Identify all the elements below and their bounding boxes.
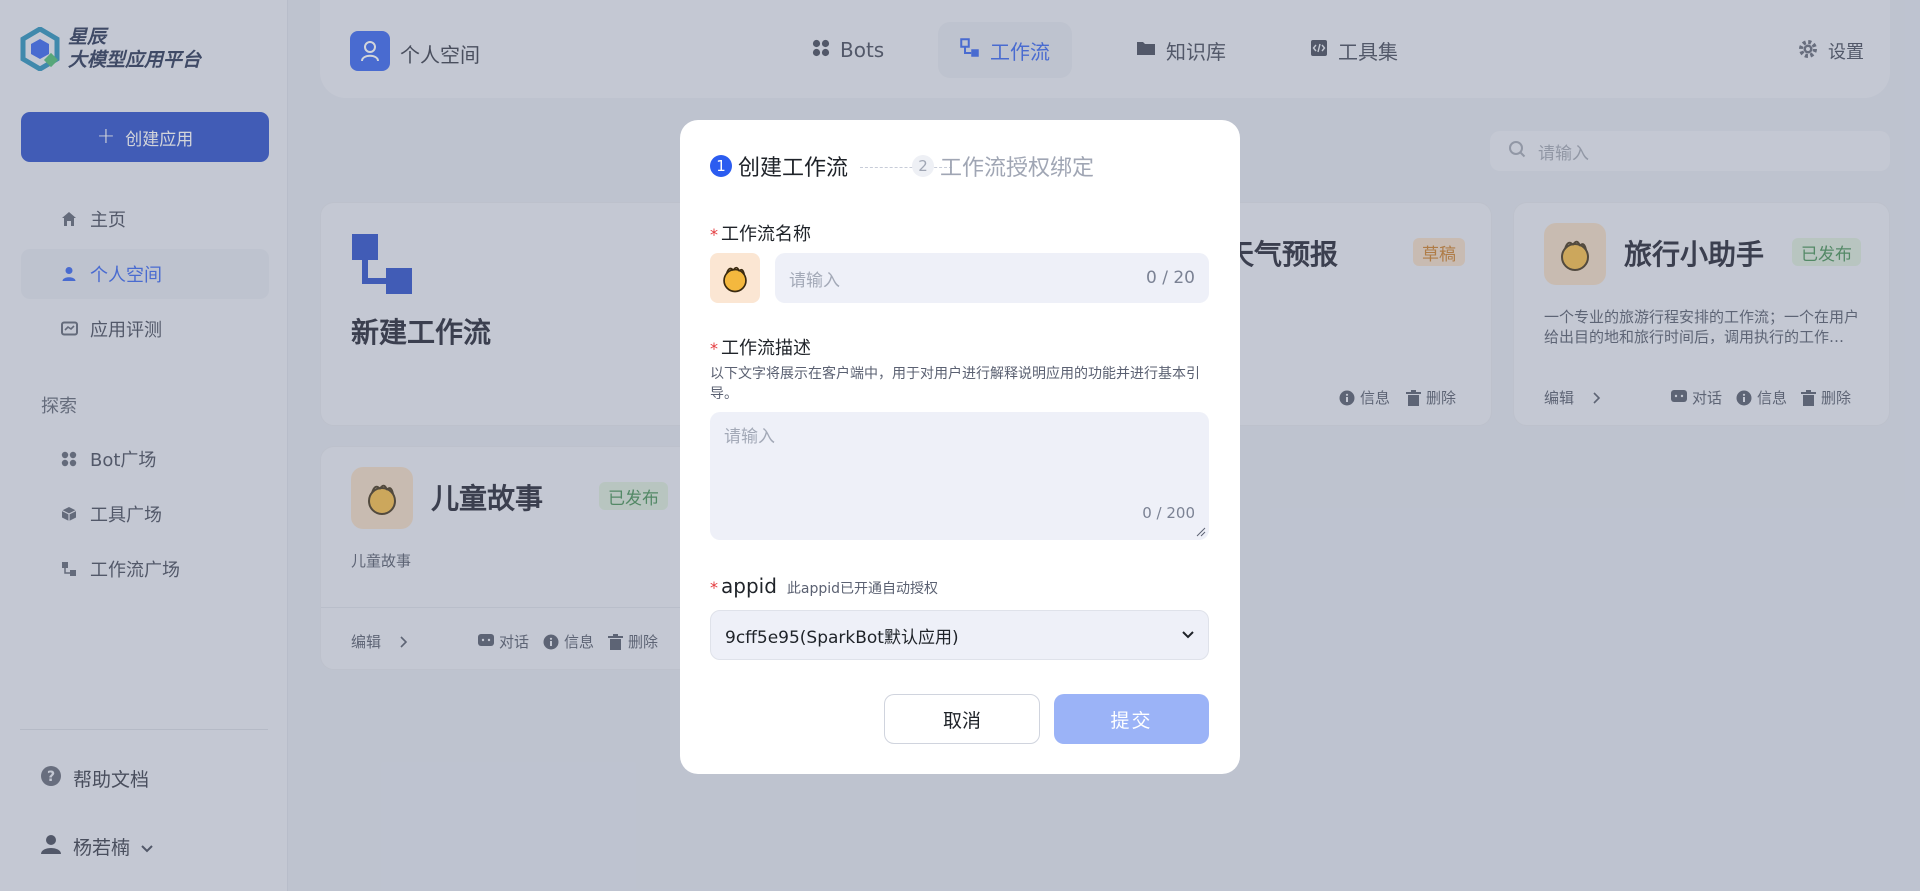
chevron-down-icon xyxy=(1182,631,1194,639)
workflow-name-label: * 工作流名称 xyxy=(710,220,811,246)
required-mark: * xyxy=(710,225,718,244)
appid-hint: 此appid已开通自动授权 xyxy=(786,581,939,597)
submit-button[interactable]: 提交 xyxy=(1054,694,1209,744)
create-workflow-dialog: 1 创建工作流 2 工作流授权绑定 * 工作流名称 请输入 0 / 20 * 工作流… xyxy=(680,120,1240,774)
step-create-workflow: 1 创建工作流 xyxy=(710,150,848,182)
field-label-text: 工作流名称 xyxy=(721,224,811,245)
clapping-hands-icon xyxy=(723,266,747,293)
field-label-text: appid xyxy=(721,574,777,598)
workflow-avatar-picker[interactable] xyxy=(710,253,760,303)
appid-label: * appid 此appid已开通自动授权 xyxy=(710,574,938,598)
name-placeholder: 请输入 xyxy=(789,270,840,291)
step-authorize-binding: 2 工作流授权绑定 xyxy=(912,150,1094,182)
desc-placeholder: 请输入 xyxy=(724,427,775,447)
step-number: 2 xyxy=(912,155,934,177)
cancel-button[interactable]: 取消 xyxy=(884,694,1040,744)
field-label-text: 工作流描述 xyxy=(721,338,811,359)
required-mark: * xyxy=(710,578,718,597)
appid-select[interactable]: 9cff5e95(SparkBot默认应用) xyxy=(710,610,1209,660)
step-number: 1 xyxy=(710,155,732,177)
appid-selected-value: 9cff5e95(SparkBot默认应用) xyxy=(725,627,959,648)
workflow-name-input[interactable]: 请输入 0 / 20 xyxy=(775,253,1209,303)
desc-hint: 以下文字将展示在客户端中，用于对用户进行解释说明应用的功能并进行基本引导。 xyxy=(710,366,1200,402)
step-label: 创建工作流 xyxy=(738,156,849,181)
required-mark: * xyxy=(710,339,718,358)
resize-grip-icon[interactable] xyxy=(1196,527,1206,537)
name-char-count: 0 / 20 xyxy=(1146,268,1195,288)
workflow-desc-textarea[interactable]: 请输入 0 / 200 xyxy=(710,412,1209,540)
step-label: 工作流授权绑定 xyxy=(940,156,1095,181)
desc-char-count: 0 / 200 xyxy=(1142,504,1195,522)
workflow-desc-label: * 工作流描述 xyxy=(710,334,811,360)
